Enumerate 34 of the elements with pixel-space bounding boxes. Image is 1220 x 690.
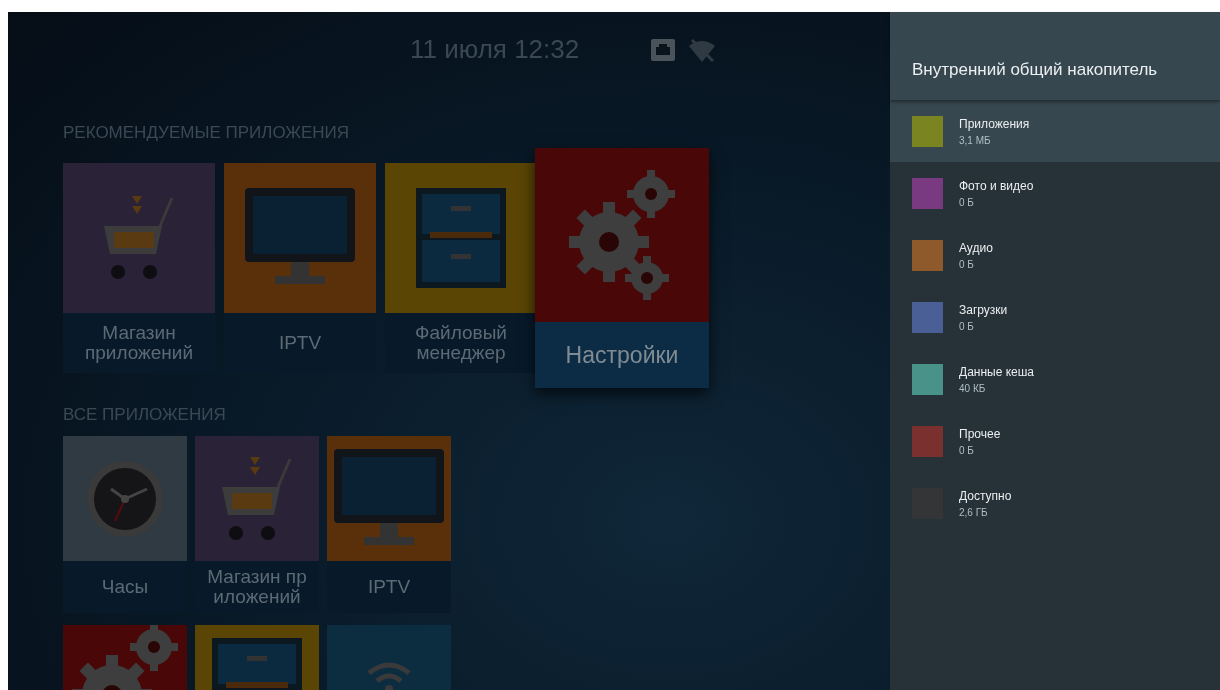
- app-label: IPTV: [277, 333, 323, 353]
- storage-size: 40 КБ: [959, 382, 987, 394]
- storage-size: 0 Б: [959, 196, 975, 208]
- shopping-cart-icon: [222, 456, 292, 541]
- storage-category: Прочее: [959, 426, 1001, 441]
- shopping-cart-icon: [104, 196, 174, 280]
- storage-item[interactable]: Прочее 0 Б: [890, 410, 1220, 472]
- storage-size: 0 Б: [959, 444, 975, 456]
- storage-category: Загрузки: [959, 302, 1008, 317]
- storage-category: Аудио: [959, 240, 993, 255]
- storage-size: 0 Б: [959, 320, 975, 332]
- storage-category: Доступно: [959, 488, 1012, 503]
- storage-size: 0 Б: [959, 258, 975, 270]
- storage-item[interactable]: Доступно 2,6 ГБ: [890, 472, 1220, 534]
- panel-title: Внутренний общий накопитель: [912, 60, 1158, 80]
- app-label: Магазин приложений: [83, 323, 195, 363]
- storage-item[interactable]: Приложения 3,1 МБ: [890, 100, 1220, 162]
- clock-icon: [85, 458, 165, 539]
- storage-category: Данные кеша: [959, 364, 1035, 379]
- storage-item[interactable]: Данные кеша 40 КБ: [890, 348, 1220, 410]
- app-label: Файловый менеджер: [414, 323, 508, 363]
- storage-item[interactable]: Аудио 0 Б: [890, 224, 1220, 286]
- app-label: Настройки: [564, 342, 680, 368]
- app-label: Магазин пр иложений: [206, 567, 308, 607]
- storage-category: Приложения: [959, 116, 1030, 131]
- storage-item[interactable]: Загрузки 0 Б: [890, 286, 1220, 348]
- storage-size: 3,1 МБ: [959, 134, 992, 146]
- file-cabinet-icon: [416, 188, 506, 288]
- app-label: IPTV: [366, 577, 412, 597]
- storage-size: 2,6 ГБ: [959, 506, 989, 518]
- gears-icon: [567, 170, 677, 300]
- app-label: Часы: [100, 577, 150, 597]
- storage-category: Фото и видео: [959, 178, 1034, 193]
- storage-item[interactable]: Фото и видео 0 Б: [890, 162, 1220, 224]
